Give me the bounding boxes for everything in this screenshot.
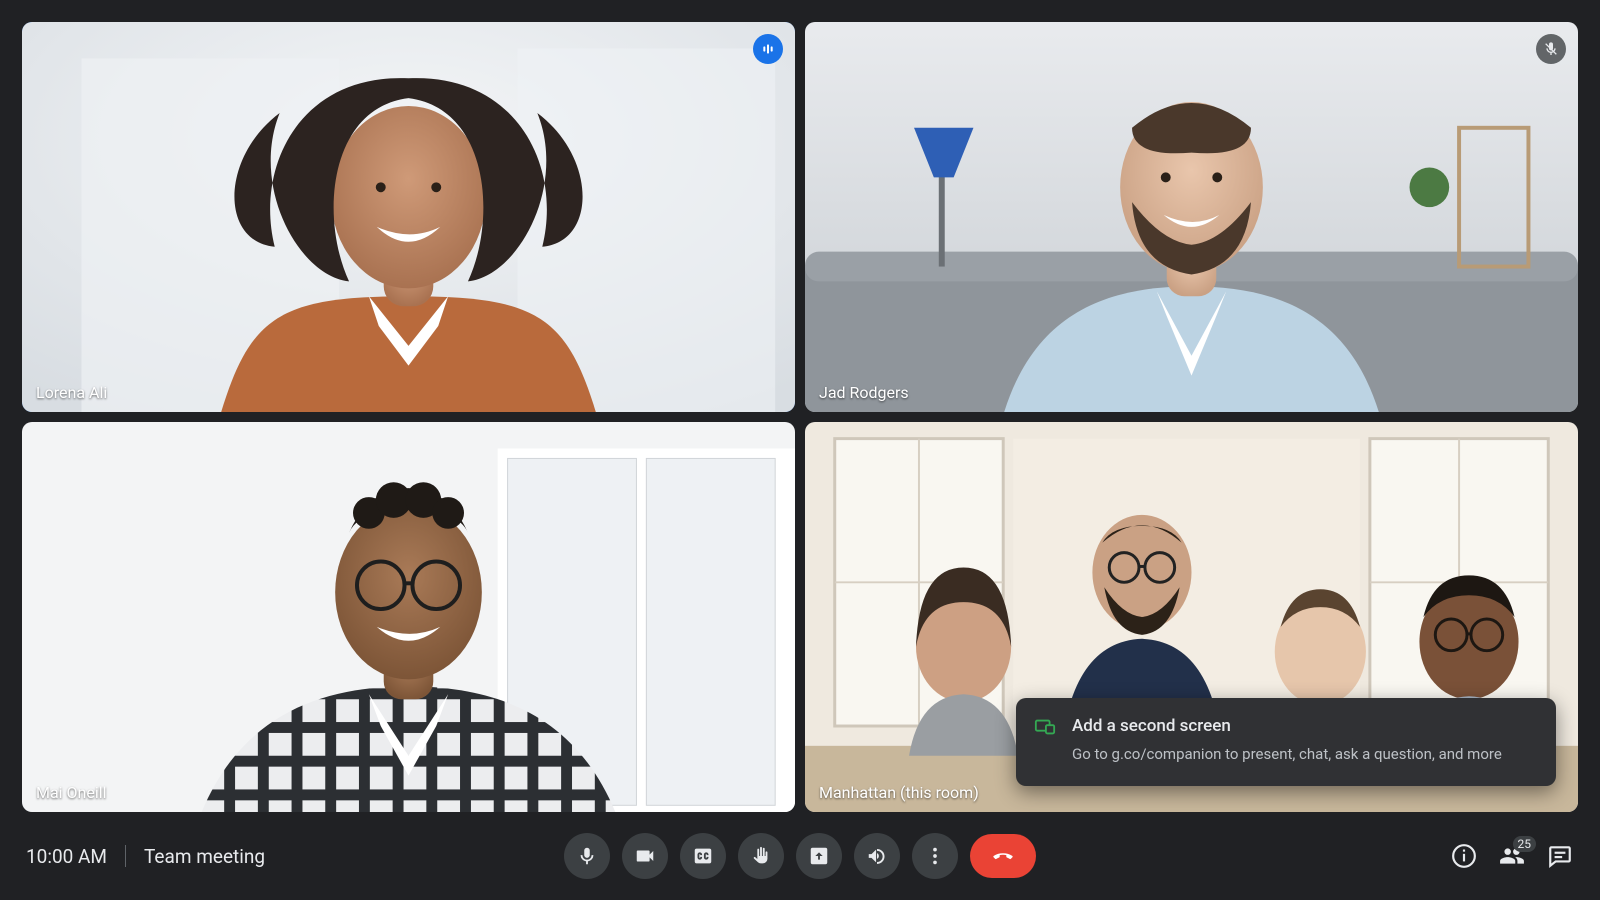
video-feed — [805, 22, 1578, 412]
call-end-icon — [992, 845, 1014, 867]
meeting-details-button[interactable] — [1450, 842, 1478, 870]
captions-button[interactable] — [680, 833, 726, 879]
separator — [125, 845, 126, 867]
present-icon — [808, 845, 830, 867]
participant-name: Lorena Ali — [36, 383, 107, 402]
microphone-icon — [576, 845, 598, 867]
call-controls — [564, 833, 1036, 879]
audio-output-button[interactable] — [854, 833, 900, 879]
participant-tile[interactable]: Mai Oneill — [22, 422, 795, 812]
chat-button[interactable] — [1546, 842, 1574, 870]
video-feed — [22, 22, 795, 412]
video-feed — [22, 422, 795, 812]
participant-tile[interactable]: Jad Rodgers — [805, 22, 1578, 412]
participant-tile[interactable]: Manhattan (this room) Add a second scree… — [805, 422, 1578, 812]
leave-call-button[interactable] — [970, 834, 1036, 878]
captions-icon — [692, 845, 714, 867]
participants-button[interactable]: 25 — [1498, 842, 1526, 870]
clock-time: 10:00 AM — [26, 845, 107, 868]
camera-button[interactable] — [622, 833, 668, 879]
raise-hand-button[interactable] — [738, 833, 784, 879]
devices-icon — [1034, 716, 1056, 738]
present-screen-button[interactable] — [796, 833, 842, 879]
speaking-indicator-icon — [753, 34, 783, 64]
companion-toast[interactable]: Add a second screen Go to g.co/companion… — [1016, 698, 1556, 786]
microphone-button[interactable] — [564, 833, 610, 879]
chat-icon — [1547, 843, 1573, 869]
participant-name: Jad Rodgers — [819, 383, 909, 402]
muted-indicator-icon — [1536, 34, 1566, 64]
more-options-button[interactable] — [912, 833, 958, 879]
toast-body: Go to g.co/companion to present, chat, a… — [1072, 744, 1536, 766]
more-vertical-icon — [924, 845, 946, 867]
bottom-bar: 10:00 AM Team meeting — [0, 812, 1600, 900]
raise-hand-icon — [750, 845, 772, 867]
camera-icon — [634, 845, 656, 867]
info-icon — [1451, 843, 1477, 869]
right-controls: 25 — [1450, 842, 1574, 870]
video-grid: Lorena Ali — [22, 22, 1578, 812]
participant-name: Mai Oneill — [36, 783, 107, 802]
participant-name: Manhattan (this room) — [819, 783, 979, 802]
speaker-icon — [866, 845, 888, 867]
toast-title: Add a second screen — [1072, 716, 1536, 736]
meeting-info: 10:00 AM Team meeting — [26, 845, 265, 868]
participant-count-badge: 25 — [1513, 836, 1537, 852]
meeting-title: Team meeting — [144, 845, 265, 868]
participant-tile[interactable]: Lorena Ali — [22, 22, 795, 412]
